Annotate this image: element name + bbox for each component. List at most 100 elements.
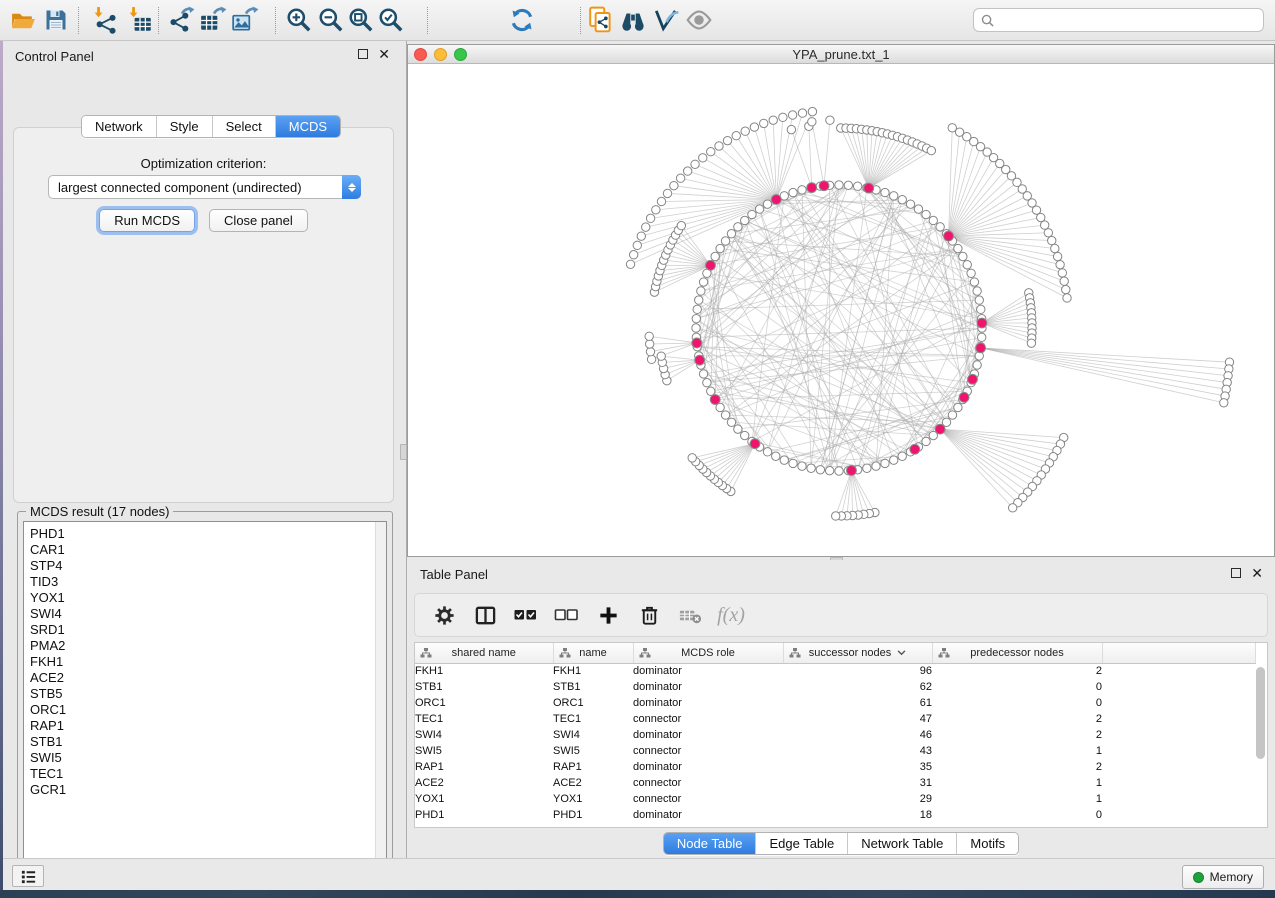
criterion-select[interactable]: largest connected component (undirected) — [48, 175, 361, 199]
mcds-result-item[interactable]: SWI4 — [24, 606, 374, 622]
cell-filler — [1102, 791, 1256, 807]
mcds-result-item[interactable]: SWI5 — [24, 750, 374, 766]
table-row[interactable]: SWI4SWI4dominator462 — [415, 727, 1256, 743]
column-header-shared-name[interactable]: shared name — [415, 643, 553, 663]
column-header-mcds-role[interactable]: MCDS role — [633, 643, 783, 663]
refresh-icon[interactable] — [507, 5, 537, 35]
network-window-titlebar[interactable]: YPA_prune.txt_1 — [408, 45, 1274, 64]
tab-mcds[interactable]: MCDS — [275, 116, 340, 137]
cell-filler — [1102, 743, 1256, 759]
table-row[interactable]: YOX1YOX1connector291 — [415, 791, 1256, 807]
save-session-icon[interactable] — [41, 5, 71, 35]
duplicate-network-icon[interactable] — [586, 5, 616, 35]
tab-network[interactable]: Network — [82, 116, 156, 137]
table-toolbar: f(x) — [414, 593, 1268, 637]
zoom-selected-icon[interactable] — [376, 5, 406, 35]
mcds-result-item[interactable]: YOX1 — [24, 590, 374, 606]
zoom-fit-icon[interactable] — [346, 5, 376, 35]
import-table-icon[interactable] — [125, 5, 155, 35]
close-panel-icon[interactable]: ✕ — [378, 49, 390, 59]
window-maximize-icon[interactable] — [454, 48, 467, 61]
table-row[interactable]: PHD1PHD1dominator180 — [415, 807, 1256, 823]
export-table-icon[interactable] — [198, 5, 228, 35]
table-row[interactable]: ORC1ORC1dominator610 — [415, 695, 1256, 711]
search-icon — [981, 14, 994, 27]
add-column-icon[interactable] — [595, 602, 621, 628]
zoom-in-icon[interactable] — [284, 5, 314, 35]
export-network-icon[interactable] — [166, 5, 196, 35]
vertical-splitter[interactable] — [400, 41, 407, 858]
mcds-result-item[interactable]: CAR1 — [24, 542, 374, 558]
cell-mcds-role: dominator — [633, 759, 783, 775]
table-row[interactable]: FKH1FKH1dominator962 — [415, 663, 1256, 679]
deselect-all-checkboxes-icon[interactable] — [554, 602, 580, 628]
mcds-result-item[interactable]: PHD1 — [24, 526, 374, 542]
vizmap-icon[interactable] — [651, 5, 681, 35]
mcds-result-item[interactable]: ACE2 — [24, 670, 374, 686]
zoom-out-icon[interactable] — [316, 5, 346, 35]
show-hide-eye-icon[interactable] — [684, 5, 714, 35]
cell-filler — [1102, 775, 1256, 791]
search-input[interactable] — [999, 13, 1263, 27]
close-panel-icon[interactable]: ✕ — [1251, 568, 1263, 578]
table-row[interactable]: SWI5SWI5connector431 — [415, 743, 1256, 759]
float-panel-icon[interactable] — [358, 49, 368, 59]
cell-filler — [1102, 695, 1256, 711]
column-header-predecessor-nodes[interactable]: predecessor nodes — [932, 643, 1102, 663]
mcds-list-scrollbar[interactable] — [375, 522, 386, 872]
column-header-name[interactable]: name — [553, 643, 633, 663]
tab-style[interactable]: Style — [156, 116, 212, 137]
window-close-icon[interactable] — [414, 48, 427, 61]
export-image-icon[interactable] — [230, 5, 260, 35]
network-canvas[interactable] — [408, 64, 1274, 556]
close-panel-button[interactable]: Close panel — [209, 209, 308, 232]
memory-button[interactable]: Memory — [1182, 865, 1264, 889]
find-binoculars-icon[interactable] — [618, 5, 648, 35]
mcds-result-item[interactable]: RAP1 — [24, 718, 374, 734]
column-header-successor-nodes[interactable]: successor nodes — [783, 643, 932, 663]
open-session-icon[interactable] — [8, 5, 38, 35]
table-row[interactable]: RAP1RAP1dominator352 — [415, 759, 1256, 775]
mcds-result-item[interactable]: PMA2 — [24, 638, 374, 654]
search-field[interactable] — [973, 8, 1264, 32]
mcds-result-item[interactable]: STB5 — [24, 686, 374, 702]
cell-successor-nodes: 61 — [783, 695, 932, 711]
mcds-result-item[interactable]: TEC1 — [24, 766, 374, 782]
float-panel-icon[interactable] — [1231, 568, 1241, 578]
mcds-result-item[interactable]: FKH1 — [24, 654, 374, 670]
tab-edge-table[interactable]: Edge Table — [755, 833, 847, 854]
cell-successor-nodes: 18 — [783, 807, 932, 823]
mcds-result-item[interactable]: GCR1 — [24, 782, 374, 798]
import-network-icon[interactable] — [90, 5, 120, 35]
cell-filler — [1102, 759, 1256, 775]
tab-node-table[interactable]: Node Table — [664, 833, 756, 854]
tab-network-table[interactable]: Network Table — [847, 833, 956, 854]
tab-motifs[interactable]: Motifs — [956, 833, 1018, 854]
table-panel: Table Panel ✕ f(x) shared na — [407, 560, 1275, 858]
table-settings-gear-icon[interactable] — [431, 602, 457, 628]
mcds-result-item[interactable]: STP4 — [24, 558, 374, 574]
window-minimize-icon[interactable] — [434, 48, 447, 61]
show-panels-menu-button[interactable] — [12, 865, 44, 887]
cell-shared-name: PHD1 — [415, 807, 553, 823]
run-mcds-button[interactable]: Run MCDS — [99, 209, 195, 232]
node-table-body: FKH1FKH1dominator962STB1STB1dominator620… — [415, 663, 1256, 823]
select-all-checkboxes-icon[interactable] — [513, 602, 539, 628]
delete-column-trash-icon[interactable] — [636, 602, 662, 628]
table-row[interactable]: TEC1TEC1connector472 — [415, 711, 1256, 727]
mcds-result-item[interactable]: SRD1 — [24, 622, 374, 638]
cell-predecessor-nodes: 2 — [932, 711, 1102, 727]
mcds-result-item[interactable]: TID3 — [24, 574, 374, 590]
cell-shared-name: SWI4 — [415, 727, 553, 743]
splitter-handle[interactable] — [400, 444, 407, 460]
cell-shared-name: TEC1 — [415, 711, 553, 727]
column-type-icon — [559, 647, 571, 662]
tab-select[interactable]: Select — [212, 116, 275, 137]
show-column-panel-icon[interactable] — [472, 602, 498, 628]
cell-predecessor-nodes: 1 — [932, 775, 1102, 791]
mcds-result-item[interactable]: STB1 — [24, 734, 374, 750]
table-scrollbar-thumb[interactable] — [1256, 667, 1265, 759]
mcds-result-item[interactable]: ORC1 — [24, 702, 374, 718]
table-row[interactable]: STB1STB1dominator620 — [415, 679, 1256, 695]
table-row[interactable]: ACE2ACE2connector311 — [415, 775, 1256, 791]
